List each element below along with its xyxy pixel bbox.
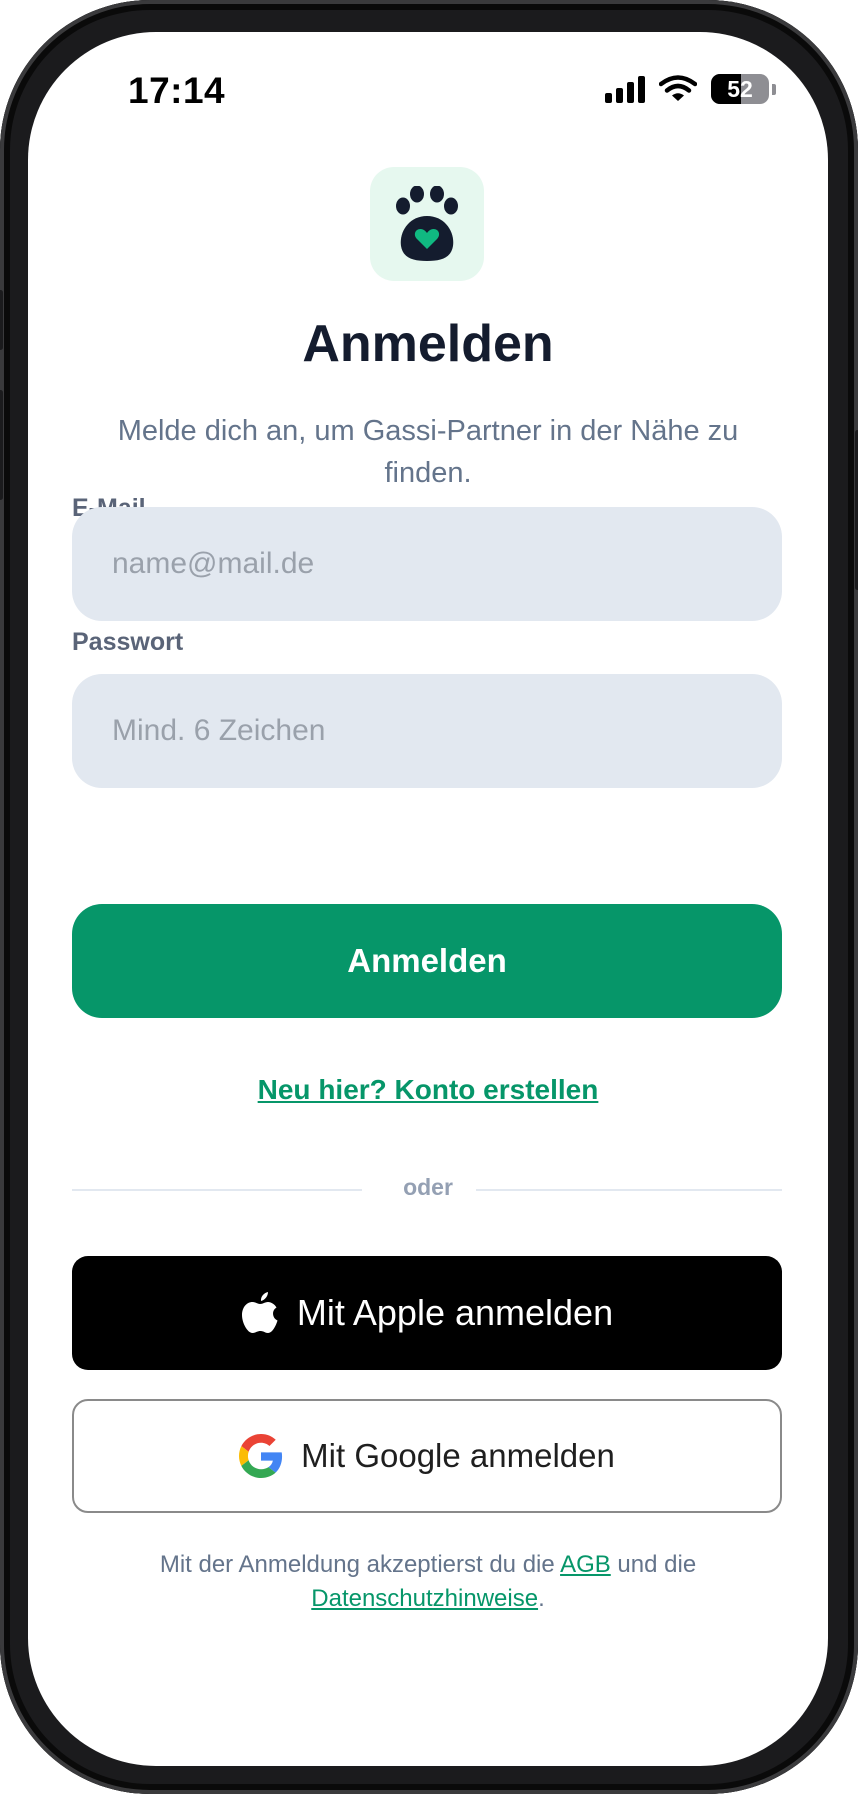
status-icons: 52 xyxy=(605,74,776,104)
battery-icon: 52 xyxy=(711,74,769,104)
divider-line-right xyxy=(476,1189,782,1191)
google-logo-icon xyxy=(239,1434,283,1478)
divider-label: oder xyxy=(403,1174,453,1200)
side-button xyxy=(0,390,3,500)
side-button xyxy=(0,290,3,350)
login-button[interactable]: Anmelden xyxy=(72,904,782,1018)
google-sign-in-label: Mit Google anmelden xyxy=(301,1437,615,1474)
legal-suffix: . xyxy=(538,1585,545,1612)
legal-notice: Mit der Anmeldung akzeptierst du die AGB… xyxy=(88,1548,768,1616)
apple-sign-in-button[interactable]: Mit Apple anmelden xyxy=(72,1256,782,1370)
battery-level: 52 xyxy=(727,75,753,102)
google-sign-in-button[interactable]: Mit Google anmelden xyxy=(72,1399,782,1513)
page-title: Anmelden xyxy=(302,315,554,373)
create-account-link[interactable]: Neu hier? Konto erstellen xyxy=(28,1074,828,1106)
agb-link[interactable]: AGB xyxy=(560,1551,611,1578)
email-field[interactable] xyxy=(72,507,782,621)
legal-prefix: Mit der Anmeldung akzeptierst du die xyxy=(159,1551,555,1578)
apple-sign-in-label: Mit Apple anmelden xyxy=(296,1292,614,1333)
page-subtitle: Melde dich an, um Gassi-Partner in der N… xyxy=(117,415,739,489)
app-screen: 17:14 52 Anmelden Melde dich an, um Gass… xyxy=(28,32,828,1766)
status-time: 17:14 xyxy=(128,70,226,111)
password-label: Passwort xyxy=(72,628,184,656)
legal-middle: und die xyxy=(617,1551,697,1578)
app-logo xyxy=(370,167,484,281)
privacy-link[interactable]: Datenschutzhinweise xyxy=(311,1585,538,1612)
signal-icon xyxy=(605,75,645,103)
battery-cap xyxy=(772,83,776,95)
apple-logo-icon xyxy=(241,1292,278,1333)
wifi-icon xyxy=(659,75,697,101)
password-field[interactable] xyxy=(72,674,782,788)
paw-heart-icon xyxy=(396,186,458,261)
